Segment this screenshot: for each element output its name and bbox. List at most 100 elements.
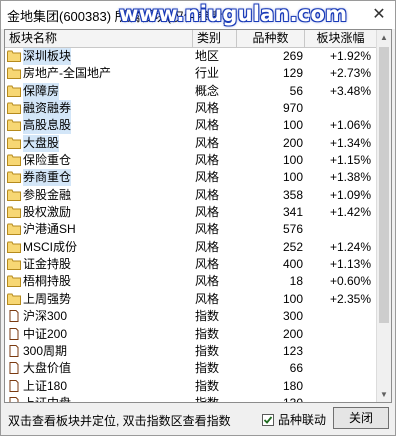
link-checkbox[interactable] bbox=[262, 414, 274, 426]
sector-name-cell: 中证200 bbox=[7, 326, 193, 343]
sector-name: 深圳板块 bbox=[23, 48, 72, 65]
header-category[interactable]: 类别 bbox=[193, 30, 237, 47]
sector-name-cell: 梧桐持股 bbox=[7, 273, 193, 290]
document-icon bbox=[7, 379, 21, 392]
sector-name-cell: 房地产-全国地产 bbox=[7, 65, 193, 82]
category-cell: 地区 bbox=[195, 49, 220, 63]
document-icon bbox=[7, 310, 21, 323]
header-sector-name[interactable]: 板块名称 bbox=[5, 30, 193, 47]
table-row[interactable]: 股权激励 风格 341 +1.42% bbox=[5, 204, 377, 221]
sector-name: 高股息股 bbox=[23, 117, 72, 135]
table-row[interactable]: 券商重仓 风格 100 +1.38% bbox=[5, 169, 377, 187]
count-cell: 200 bbox=[282, 135, 303, 150]
sector-name-cell: 券商重仓 bbox=[7, 169, 193, 187]
change-cell bbox=[305, 343, 371, 360]
sector-name: 沪深300 bbox=[23, 309, 68, 324]
count-cell: 358 bbox=[282, 187, 303, 202]
table-row[interactable]: 上证中盘 指数 130 bbox=[5, 395, 377, 402]
category-cell: 风格 bbox=[195, 101, 220, 116]
category-cell: 指数 bbox=[195, 343, 220, 358]
document-icon bbox=[7, 396, 21, 402]
count-cell: 100 bbox=[282, 291, 303, 306]
table-row[interactable]: 房地产-全国地产 行业 129 +2.73% bbox=[5, 65, 377, 82]
table-row[interactable]: 证金持股 风格 400 +1.13% bbox=[5, 256, 377, 273]
link-toggle[interactable]: 品种联动 bbox=[262, 411, 326, 428]
table-row[interactable]: 高股息股 风格 100 +1.06% bbox=[5, 117, 377, 135]
sector-name-cell: 高股息股 bbox=[7, 117, 193, 135]
count-cell: 56 bbox=[289, 83, 303, 98]
document-icon bbox=[7, 327, 21, 340]
folder-icon bbox=[7, 223, 21, 236]
category-cell: 行业 bbox=[195, 66, 220, 81]
count-cell: 100 bbox=[282, 170, 303, 185]
count-cell: 252 bbox=[282, 239, 303, 254]
table-row[interactable]: 上证180 指数 180 bbox=[5, 378, 377, 395]
table-row[interactable]: 深圳板块 地区 269 +1.92% bbox=[5, 48, 377, 65]
change-cell: +1.38% bbox=[329, 170, 371, 185]
sector-name: 中证200 bbox=[23, 326, 68, 341]
scroll-down-icon[interactable]: ▼ bbox=[380, 390, 388, 399]
folder-icon bbox=[7, 189, 21, 201]
table-row[interactable]: 保险重仓 风格 100 +1.15% bbox=[5, 152, 377, 169]
scrollbar-thumb[interactable] bbox=[379, 47, 389, 323]
sector-name: 证金持股 bbox=[23, 257, 72, 272]
count-cell: 100 bbox=[282, 153, 303, 168]
count-cell: 18 bbox=[289, 274, 303, 289]
table-body: 深圳板块 地区 269 +1.92% 房地产-全国地产 行业 129 +2.73% 保障房 概念 5… bbox=[5, 48, 377, 402]
sector-name: 梧桐持股 bbox=[23, 274, 72, 289]
sector-name-cell: MSCI成份 bbox=[7, 239, 193, 256]
change-cell: +1.24% bbox=[329, 239, 371, 254]
header-count[interactable]: 品种数 bbox=[237, 30, 305, 47]
table-row[interactable]: 300周期 指数 123 bbox=[5, 343, 377, 360]
table-row[interactable]: 沪港通SH 风格 576 bbox=[5, 221, 377, 238]
sector-name: 参股金融 bbox=[23, 187, 72, 202]
table-row[interactable]: 沪深300 指数 300 bbox=[5, 308, 377, 325]
folder-icon bbox=[7, 206, 21, 219]
category-cell: 风格 bbox=[195, 187, 220, 202]
count-cell: 123 bbox=[282, 343, 303, 358]
table-row[interactable]: 中证200 指数 200 bbox=[5, 326, 377, 343]
category-cell: 指数 bbox=[195, 326, 220, 341]
table-row[interactable]: 保障房 概念 56 +3.48% bbox=[5, 82, 377, 100]
sector-name-cell: 大盘股 bbox=[7, 134, 193, 152]
folder-icon bbox=[7, 50, 21, 62]
count-cell: 100 bbox=[282, 118, 303, 133]
table-row[interactable]: 大盘价值 指数 66 bbox=[5, 360, 377, 377]
count-cell: 576 bbox=[282, 222, 303, 237]
count-cell: 269 bbox=[282, 49, 303, 63]
table-row[interactable]: 融资融券 风格 970 bbox=[5, 100, 377, 118]
sector-name: 保障房 bbox=[23, 82, 60, 100]
folder-icon bbox=[7, 241, 21, 253]
count-cell: 341 bbox=[282, 205, 303, 220]
table-row[interactable]: 大盘股 风格 200 +1.34% bbox=[5, 134, 377, 152]
category-cell: 指数 bbox=[195, 361, 220, 376]
category-cell: 风格 bbox=[195, 170, 220, 185]
title-bar[interactable]: 金地集团(600383) 所属板块(仅供参考) www.niugulan.com… bbox=[1, 1, 395, 29]
sector-name-cell: 股权激励 bbox=[7, 204, 193, 221]
change-cell bbox=[305, 378, 371, 395]
table-row[interactable]: 参股金融 风格 358 +1.09% bbox=[5, 187, 377, 204]
link-checkbox-label: 品种联动 bbox=[278, 413, 327, 427]
change-cell: +0.60% bbox=[329, 274, 371, 289]
sector-name-cell: 深圳板块 bbox=[7, 48, 193, 65]
sector-name: 保险重仓 bbox=[23, 153, 72, 168]
header-change[interactable]: 板块涨幅 bbox=[305, 30, 377, 47]
category-cell: 风格 bbox=[195, 153, 220, 168]
count-cell: 129 bbox=[282, 66, 303, 81]
scroll-up-icon[interactable]: ▲ bbox=[380, 33, 388, 42]
table-row[interactable]: 上周强势 风格 100 +2.35% bbox=[5, 291, 377, 308]
folder-icon bbox=[7, 171, 21, 184]
close-button[interactable]: 关闭 bbox=[333, 407, 389, 429]
folder-icon bbox=[7, 102, 21, 115]
sector-name: 股权激励 bbox=[23, 205, 72, 220]
document-icon bbox=[7, 344, 21, 357]
sector-name-cell: 上周强势 bbox=[7, 291, 193, 308]
window-close-icon[interactable]: ✕ bbox=[369, 5, 389, 25]
table-row[interactable]: MSCI成份 风格 252 +1.24% bbox=[5, 239, 377, 256]
table-row[interactable]: 梧桐持股 风格 18 +0.60% bbox=[5, 273, 377, 290]
sector-name-cell: 参股金融 bbox=[7, 187, 193, 204]
change-cell: +1.15% bbox=[329, 153, 371, 168]
folder-icon bbox=[7, 137, 21, 149]
count-cell: 300 bbox=[282, 309, 303, 324]
vertical-scrollbar[interactable]: ▲ ▼ bbox=[376, 30, 391, 402]
